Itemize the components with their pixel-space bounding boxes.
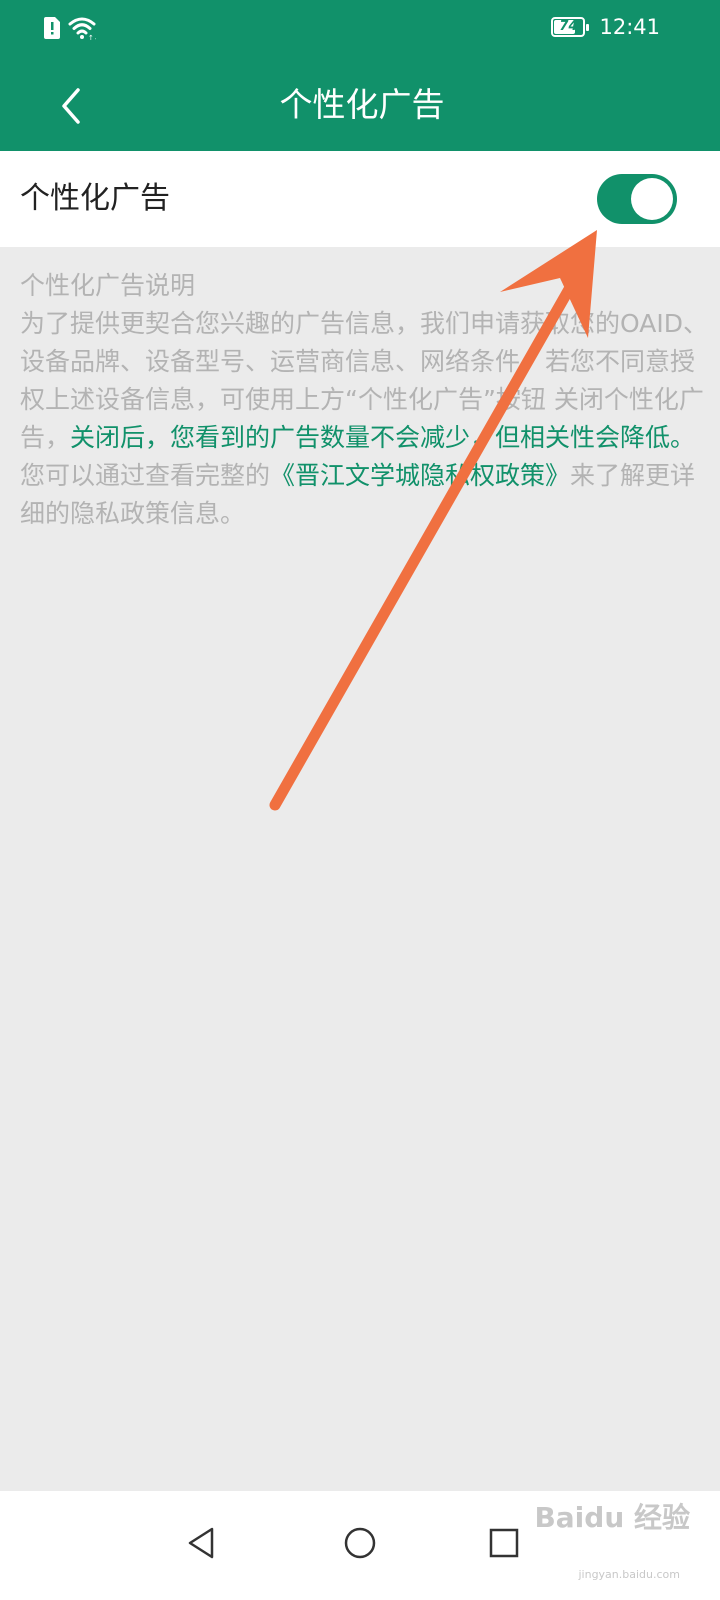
status-bar: ↑↓ 74 12:41 [0, 0, 720, 60]
watermark-url: jingyan.baidu.com [578, 1568, 680, 1581]
description-heading: 个性化广告说明 [20, 271, 196, 300]
app-header: ↑↓ 74 12:41 个性化广告 [0, 0, 720, 151]
status-time: 12:41 [599, 15, 660, 39]
description-section: 个性化广告说明 为了提供更契合您兴趣的广告信息，我们申请获取您的OAID、设备品… [20, 267, 710, 533]
sim-alert-icon [44, 17, 60, 39]
wifi-icon: ↑↓ [68, 17, 96, 40]
nav-home-button[interactable] [330, 1513, 390, 1573]
policy-prefix: 您可以通过查看完整的 [20, 461, 271, 490]
battery-icon: 74 [551, 17, 590, 37]
square-recents-icon [489, 1528, 519, 1558]
circle-home-icon [344, 1527, 376, 1559]
setting-label: 个性化广告 [20, 181, 170, 216]
svg-text:↑↓: ↑↓ [88, 34, 96, 40]
nav-recents-button[interactable] [474, 1513, 534, 1573]
description-paragraph-1: 为了提供更契合您兴趣的广告信息，我们申请获取您的OAID、设备品牌、设备型号、运… [20, 305, 710, 457]
battery-level-text: 74 [559, 19, 578, 34]
triangle-back-icon [188, 1527, 214, 1559]
privacy-policy-link[interactable]: 《晋江文学城隐私权政策》 [270, 461, 570, 490]
page-title: 个性化广告 [279, 85, 445, 124]
watermark-logo: Baidu 经验 [534, 1501, 690, 1534]
toggle-knob [631, 178, 673, 220]
description-highlight: 关闭后，您看到的广告数量不会减少，但相关性会降低。 [70, 423, 696, 452]
personalized-ads-toggle[interactable] [597, 174, 677, 224]
title-bar: 个性化广告 [0, 60, 720, 151]
description-paragraph-2: 您可以通过查看完整的《晋江文学城隐私权政策》来了解更详细的隐私政策信息。 [20, 457, 710, 533]
nav-back-button[interactable] [172, 1513, 232, 1573]
